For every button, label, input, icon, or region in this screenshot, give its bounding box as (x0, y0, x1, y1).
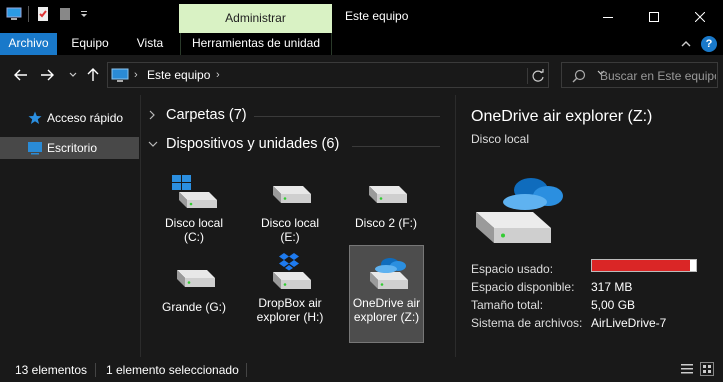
star-icon (27, 110, 43, 126)
drive-e[interactable]: Disco local (E:) (253, 170, 327, 244)
chevron-right-icon (148, 110, 160, 120)
dropbox-drive-icon (253, 250, 327, 294)
context-tab-administrar[interactable]: Administrar (179, 4, 332, 33)
forward-button[interactable] (38, 65, 56, 85)
onedrive-drive-icon (350, 250, 423, 294)
large-icons-view-icon[interactable] (700, 362, 714, 376)
tab-vista[interactable]: Vista (124, 33, 176, 55)
pane-divider[interactable] (140, 95, 141, 357)
sidebar-item-escritorio[interactable]: Escritorio (0, 137, 139, 159)
ribbon-right-controls: ? (681, 36, 717, 52)
maximize-button[interactable] (631, 0, 677, 33)
details-pane: OneDrive air explorer (Z:) Disco local E… (455, 95, 723, 357)
group-title: Carpetas (7) (166, 107, 247, 123)
expand-ribbon-icon[interactable] (681, 40, 691, 48)
group-divider (254, 116, 440, 117)
drive-icon (349, 170, 423, 214)
drive-icon (157, 254, 231, 298)
window-controls (585, 0, 723, 33)
quick-access-toolbar (6, 6, 89, 22)
group-header-carpetas[interactable]: Carpetas (7) (148, 107, 247, 123)
computer-icon[interactable] (6, 6, 22, 22)
drive-g[interactable]: Grande (G:) (157, 254, 231, 314)
prop-value-filesystem: AirLiveDrive-7 (591, 316, 667, 330)
search-input[interactable] (600, 67, 716, 84)
status-bar: 13 elementos 1 elemento seleccionado (0, 357, 723, 382)
windows-drive-icon (157, 170, 231, 214)
minimize-button[interactable] (585, 0, 631, 33)
tab-archivo[interactable]: Archivo (0, 33, 57, 55)
drive-label: DropBox air explorer (H:) (256, 296, 324, 324)
breadcrumb-este-equipo[interactable]: Este equipo (147, 68, 210, 82)
drive-icon (253, 170, 327, 214)
drive-c[interactable]: Disco local (C:) (157, 170, 231, 244)
group-header-dispositivos[interactable]: Dispositivos y unidades (6) (148, 136, 339, 152)
refresh-icon[interactable] (527, 68, 547, 84)
this-pc-icon (111, 67, 129, 83)
drive-label: Disco local (C:) (164, 216, 224, 244)
search-icon (572, 69, 586, 83)
tab-equipo[interactable]: Equipo (60, 33, 120, 55)
group-title: Dispositivos y unidades (6) (166, 136, 340, 152)
up-button[interactable] (84, 65, 102, 85)
prop-value-available: 317 MB (591, 280, 633, 294)
tab-herramientas-de-unidad[interactable]: Herramientas de unidad (180, 33, 332, 55)
drive-label: OneDrive air explorer (Z:) (352, 296, 421, 324)
sidebar-item-label: Acceso rápido (47, 111, 124, 125)
navigation-pane: Acceso rápido Escritorio (0, 95, 140, 357)
drive-label: Disco 2 (F:) (354, 216, 417, 230)
search-box (561, 62, 718, 88)
status-separator (246, 363, 247, 377)
breadcrumb-separator[interactable]: › (134, 69, 138, 81)
drive-label: Disco local (E:) (260, 216, 320, 244)
drive-label: Grande (G:) (161, 300, 227, 314)
status-item-count: 13 elementos (15, 363, 88, 377)
new-folder-icon[interactable] (57, 6, 73, 22)
prop-label-total: Tamaño total: (471, 298, 544, 312)
usage-bar (591, 259, 697, 272)
usage-bar-fill (592, 260, 690, 271)
back-button[interactable] (12, 65, 30, 85)
drive-z[interactable]: OneDrive air explorer (Z:) (349, 245, 424, 343)
chevron-down-icon (148, 140, 160, 148)
drive-f[interactable]: Disco 2 (F:) (349, 170, 423, 230)
address-bar[interactable]: › Este equipo › (107, 62, 605, 88)
help-icon[interactable]: ? (701, 36, 717, 52)
recent-locations-chevron-down-icon[interactable] (64, 65, 82, 85)
desktop-icon (27, 140, 43, 156)
ribbon-tabs: Archivo Equipo Vista Herramientas de uni… (0, 33, 723, 55)
drive-h[interactable]: DropBox air explorer (H:) (253, 250, 327, 324)
toolbar-separator (28, 6, 29, 22)
close-button[interactable] (677, 0, 723, 33)
status-separator (95, 363, 96, 377)
breadcrumb-separator[interactable]: › (216, 69, 220, 81)
prop-label-used: Espacio usado: (471, 262, 554, 276)
window-title: Este equipo (345, 9, 409, 23)
prop-label-available: Espacio disponible: (471, 280, 575, 294)
prop-label-filesystem: Sistema de archivos: (471, 316, 583, 330)
title-bar: Administrar Este equipo (0, 0, 723, 33)
onedrive-drive-icon (471, 170, 581, 250)
prop-value-total: 5,00 GB (591, 298, 636, 312)
details-subtitle: Disco local (471, 132, 530, 146)
group-divider (352, 146, 440, 147)
status-selection: 1 elemento seleccionado (106, 363, 239, 377)
customize-toolbar-icon[interactable] (79, 6, 89, 22)
sidebar-item-label: Escritorio (47, 141, 98, 155)
details-view-icon[interactable] (680, 362, 694, 376)
details-title: OneDrive air explorer (Z:) (471, 108, 653, 125)
properties-icon[interactable] (35, 6, 51, 22)
sidebar-item-acceso-rapido[interactable]: Acceso rápido (0, 107, 139, 129)
